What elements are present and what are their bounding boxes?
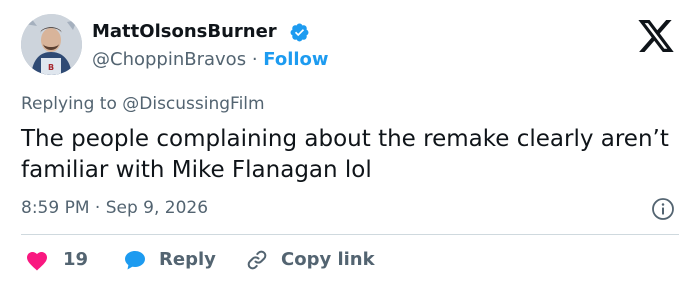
- like-count: 19: [63, 249, 89, 270]
- link-icon: [247, 250, 267, 270]
- reply-label: Reply: [159, 249, 216, 270]
- copy-link-button[interactable]: Copy link: [245, 246, 375, 274]
- reply-bubble-icon: [125, 251, 145, 270]
- replying-to: Replying to @DiscussingFilm: [21, 92, 265, 116]
- author-display-name[interactable]: MattOlsonsBurner: [92, 20, 277, 44]
- like-button[interactable]: 19: [25, 246, 88, 274]
- copy-link-label: Copy link: [281, 249, 375, 270]
- info-icon[interactable]: [651, 197, 675, 221]
- tweet-date: Sep 9, 2026: [105, 198, 209, 218]
- verified-badge-icon: [290, 23, 309, 42]
- tweet-text: The people complaining about the remake …: [21, 126, 669, 183]
- heart-icon: [27, 252, 47, 271]
- x-logo-icon[interactable]: [636, 18, 676, 54]
- author-handle[interactable]: @ChoppinBravos: [92, 49, 246, 70]
- tweet-time: 8:59 PM: [21, 198, 90, 218]
- timestamp-separator: ·: [94, 198, 101, 218]
- follow-button[interactable]: Follow: [263, 49, 328, 70]
- replying-to-mention[interactable]: @DiscussingFilm: [122, 94, 264, 114]
- divider: [21, 234, 679, 235]
- avatar[interactable]: B: [21, 14, 82, 75]
- action-bar: 19 Reply Copy link: [21, 246, 681, 274]
- replying-prefix: Replying to: [21, 94, 117, 114]
- avatar-image: B: [21, 14, 82, 75]
- reply-button[interactable]: Reply: [123, 246, 216, 274]
- svg-text:B: B: [48, 63, 54, 72]
- tweet-timestamp[interactable]: 8:59 PM · Sep 9, 2026: [21, 196, 208, 220]
- handle-separator: ·: [251, 49, 258, 70]
- author-handle-row: @ChoppinBravos · Follow: [92, 48, 329, 72]
